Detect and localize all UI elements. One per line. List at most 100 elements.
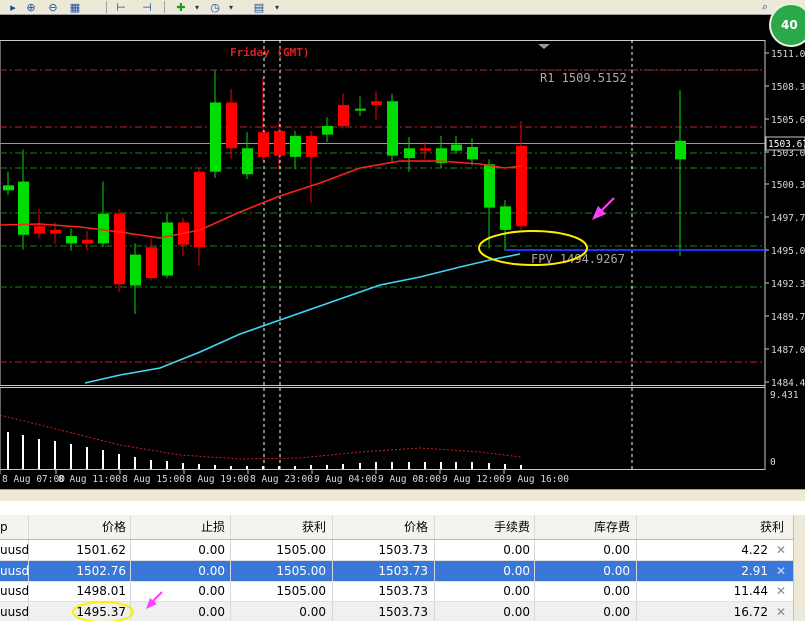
- trade-table: p 价格 止损 获利 价格 手续费 库存费 获利 uusd 1501.62 0.00…: [0, 501, 805, 621]
- candle-body: [387, 101, 398, 156]
- r1-label: R1 1509.5152: [540, 71, 627, 85]
- cell-tp: 1505.00: [276, 584, 326, 598]
- cell-symbol: uusd: [0, 543, 30, 557]
- cell-price: 1495.37: [76, 604, 126, 619]
- candle-body: [467, 147, 478, 160]
- cell-swap: 0.00: [603, 543, 630, 557]
- table-row[interactable]: uusd 1502.76 0.00 1505.00 1503.73 0.00 0.00 2.9…: [0, 560, 805, 582]
- candle-body: [34, 226, 45, 234]
- cell-tp: 1505.00: [276, 543, 326, 557]
- candle-body: [210, 102, 221, 172]
- header-commission[interactable]: 手续费: [436, 515, 530, 540]
- header-price[interactable]: 价格: [30, 515, 126, 540]
- candle-body: [500, 206, 511, 230]
- price-tick-label: 1500.35: [771, 180, 805, 191]
- header-order: p: [0, 520, 8, 534]
- candle-body: [404, 148, 415, 159]
- header-stop-loss[interactable]: 止损: [132, 515, 225, 540]
- time-tick-label: 9 Aug 04:00: [314, 474, 377, 485]
- time-tick-label: 9 Aug 08:00: [378, 474, 441, 485]
- cell-cur: 1503.73: [378, 543, 428, 557]
- candle-body: [274, 130, 285, 156]
- indicator-zero-label: 0: [770, 457, 776, 468]
- session-label: Friday (GMT): [230, 46, 309, 59]
- cell-fee: 0.00: [503, 584, 530, 598]
- cell-sl: 0.00: [198, 543, 225, 557]
- table-scrollbar[interactable]: [793, 515, 805, 621]
- time-tick-label: 9 Aug 12:00: [442, 474, 505, 485]
- cell-price: 1502.76: [76, 563, 126, 578]
- time-tick-label: 8 Aug 07:00: [2, 474, 65, 485]
- cell-symbol: uusd: [0, 604, 30, 619]
- time-tick-label: 8 Aug 11:00: [58, 474, 121, 485]
- close-icon[interactable]: ✕: [775, 581, 787, 602]
- price-tick-label: 1492.35: [771, 279, 805, 290]
- candle-body: [290, 135, 301, 157]
- header-swap[interactable]: 库存费: [536, 515, 630, 540]
- close-icon[interactable]: ✕: [775, 540, 787, 561]
- cell-profit: 4.22: [741, 543, 768, 557]
- candle-body: [516, 145, 527, 227]
- cell-sl: 0.00: [198, 604, 225, 619]
- candle-body: [371, 101, 382, 105]
- price-tick-label: 1484.40: [771, 378, 805, 389]
- candle-body: [258, 132, 269, 157]
- candle-body: [162, 222, 173, 276]
- candle-body: [98, 213, 109, 244]
- candle-body: [82, 239, 93, 244]
- cell-profit: 16.72: [733, 604, 768, 619]
- cell-tp: 1505.00: [276, 563, 326, 578]
- price-tick-label: 1505.65: [771, 115, 805, 126]
- header-current-price[interactable]: 价格: [334, 515, 428, 540]
- candle-body: [50, 229, 61, 234]
- candle-body: [66, 236, 77, 244]
- table-header: p 价格 止损 获利 价格 手续费 库存费 获利: [0, 515, 805, 540]
- cell-symbol: uusd: [0, 563, 30, 578]
- candle-body: [675, 140, 686, 160]
- cell-symbol: uusd: [0, 584, 30, 598]
- candle-body: [242, 148, 253, 175]
- candle-body: [306, 135, 317, 157]
- cell-profit: 11.44: [733, 584, 768, 598]
- price-tick-label: 1489.70: [771, 312, 805, 323]
- candle-body: [355, 108, 366, 111]
- cell-price: 1498.01: [76, 584, 126, 598]
- time-tick-label: 8 Aug 15:00: [122, 474, 185, 485]
- cell-cur: 1503.73: [378, 604, 428, 619]
- price-tick-label: 1497.70: [771, 213, 805, 224]
- price-tick-label: 1487.05: [771, 345, 805, 356]
- candle-body: [322, 125, 333, 135]
- candle-body: [114, 213, 125, 285]
- time-tick-label: 8 Aug 19:00: [186, 474, 249, 485]
- price-tick-label: 1508.30: [771, 82, 805, 93]
- price-tick-label: 1511.00: [771, 49, 805, 60]
- status-badge[interactable]: 40: [769, 3, 805, 47]
- current-price-label: 1503.67: [768, 139, 805, 150]
- cell-fee: 0.00: [503, 604, 530, 619]
- table-row[interactable]: uusd 1501.62 0.00 1505.00 1503.73 0.00 0.00 4.2…: [0, 540, 805, 561]
- price-chart[interactable]: R1 1509.5152FPV 1494.9267Friday (GMT) 15…: [0, 0, 805, 489]
- terminal-splitter[interactable]: [0, 489, 805, 501]
- cell-cur: 1503.73: [378, 584, 428, 598]
- table-row[interactable]: uusd 1495.37 0.00 0.00 1503.73 0.00 0.00 16.72 ✕: [0, 601, 805, 621]
- cell-price: 1501.62: [76, 543, 126, 557]
- candle-body: [146, 247, 157, 279]
- candle-body: [3, 185, 14, 191]
- candle-body: [338, 104, 349, 126]
- cell-fee: 0.00: [503, 543, 530, 557]
- table-row[interactable]: uusd 1498.01 0.00 1505.00 1503.73 0.00 0.00 11.…: [0, 581, 805, 602]
- header-profit[interactable]: 获利: [638, 515, 784, 540]
- header-take-profit[interactable]: 获利: [232, 515, 326, 540]
- cell-swap: 0.00: [603, 604, 630, 619]
- candle-body: [484, 164, 495, 208]
- price-tick-label: 1495.00: [771, 246, 805, 257]
- time-tick-label: 9 Aug 16:00: [506, 474, 569, 485]
- candle-body: [130, 254, 141, 286]
- cell-sl: 0.00: [198, 584, 225, 598]
- cell-tp: 0.00: [299, 604, 326, 619]
- candle-body: [420, 148, 431, 151]
- close-icon[interactable]: ✕: [775, 602, 787, 621]
- close-icon[interactable]: ✕: [775, 561, 787, 582]
- cell-cur: 1503.73: [378, 563, 428, 578]
- mt4-window: ▸ ⊕ ⊖ ▦ ⊢ ⊣ ✚ ▾ ◷ ▾ ▤ ▾ ⌕ 40 R1 1509.515…: [0, 0, 805, 621]
